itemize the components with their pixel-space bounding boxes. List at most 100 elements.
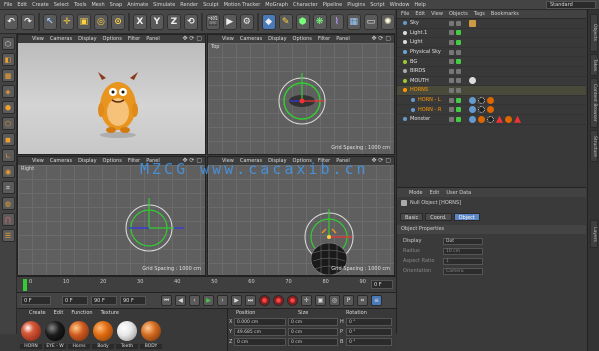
- recent-tools-icon[interactable]: ⊙: [111, 13, 126, 30]
- object-row[interactable]: Sky: [397, 19, 586, 29]
- menu-edit[interactable]: Edit: [17, 2, 27, 8]
- viewport-nav-icon[interactable]: ✥ ⟳ ▢: [371, 35, 391, 42]
- snap-icon[interactable]: ⌗: [1, 181, 15, 194]
- object-row[interactable]: HORN - L: [397, 96, 586, 106]
- keyframe-selection-icon[interactable]: ●: [287, 295, 298, 306]
- material-swatch[interactable]: [21, 321, 41, 341]
- vp-menu-filter[interactable]: Filter: [128, 36, 140, 42]
- pen-spline-icon[interactable]: ✎: [278, 13, 293, 30]
- visibility-flags[interactable]: [449, 49, 461, 55]
- menu-mesh[interactable]: Mesh: [91, 2, 104, 8]
- previous-frame-icon[interactable]: ‹: [189, 295, 200, 306]
- material-swatch[interactable]: [69, 321, 89, 341]
- menu-sculpt[interactable]: Sculpt: [203, 2, 219, 8]
- soft-selection-icon[interactable]: ☰: [1, 229, 15, 242]
- mm-menu-texture[interactable]: Texture: [101, 310, 119, 316]
- edges-mode-icon[interactable]: ⬡: [1, 117, 15, 130]
- go-to-start-icon[interactable]: ⏮: [161, 295, 172, 306]
- vp-menu-options[interactable]: Options: [103, 36, 122, 42]
- subdivision-icon[interactable]: ⬢: [295, 13, 310, 30]
- visibility-flags[interactable]: [449, 97, 461, 103]
- menu-file[interactable]: File: [4, 2, 12, 8]
- object-row[interactable]: MOUTH: [397, 77, 586, 87]
- render-view-icon[interactable]: 🎬: [205, 13, 220, 30]
- object-row[interactable]: HORNS: [397, 86, 586, 96]
- magnet-icon[interactable]: ⋂: [1, 213, 15, 226]
- camera-icon[interactable]: ▭: [363, 13, 378, 30]
- vp-menu-filter[interactable]: Filter: [128, 158, 140, 164]
- om-menu-view[interactable]: View: [431, 11, 443, 17]
- om-menu-bookmarks[interactable]: Bookmarks: [491, 11, 519, 17]
- points-mode-icon[interactable]: ⬢: [1, 101, 15, 114]
- timeline-ruler[interactable]: 0 10 20 30 40 50 60 70 80 90 0 F: [17, 276, 396, 292]
- om-menu-file[interactable]: File: [401, 11, 409, 17]
- object-row[interactable]: BIRDS: [397, 67, 586, 77]
- position-key-icon[interactable]: ✛: [301, 295, 312, 306]
- light-icon[interactable]: ✺: [380, 13, 395, 30]
- playhead[interactable]: [23, 279, 27, 291]
- coordinate-system-icon[interactable]: ⟲: [183, 13, 198, 30]
- undo-icon[interactable]: ↶: [4, 13, 19, 30]
- vp-menu-cameras[interactable]: Cameras: [50, 158, 72, 164]
- next-frame-icon[interactable]: ›: [217, 295, 228, 306]
- render-settings-icon[interactable]: ⚙: [239, 13, 254, 30]
- move-icon[interactable]: ✛: [59, 13, 74, 30]
- vp-menu-options[interactable]: Options: [293, 36, 312, 42]
- menu-plugins[interactable]: Plugins: [347, 2, 365, 8]
- tab-basic[interactable]: Basic: [400, 213, 424, 221]
- am-menu-mode[interactable]: Mode: [409, 190, 423, 196]
- menu-script[interactable]: Script: [370, 2, 385, 8]
- rotation-h-field[interactable]: 0 °: [346, 318, 392, 326]
- orientation-select[interactable]: Camera: [443, 267, 483, 275]
- layout-select[interactable]: Standard: [546, 1, 596, 9]
- menu-tools[interactable]: Tools: [74, 2, 86, 8]
- menu-window[interactable]: Window: [390, 2, 410, 8]
- object-row[interactable]: Physical Sky: [397, 48, 586, 58]
- position-y-field[interactable]: 49.685 cm: [234, 328, 286, 336]
- menu-create[interactable]: Create: [32, 2, 49, 8]
- menu-pipeline[interactable]: Pipeline: [323, 2, 343, 8]
- menu-animate[interactable]: Animate: [127, 2, 148, 8]
- play-icon[interactable]: ▶: [203, 295, 214, 306]
- visibility-flags[interactable]: [449, 39, 461, 45]
- cube-icon[interactable]: ◆: [261, 13, 276, 30]
- menu-motion-tracker[interactable]: Motion Tracker: [224, 2, 261, 8]
- object-row[interactable]: HORN - R: [397, 105, 586, 115]
- mm-menu-create[interactable]: Create: [29, 310, 46, 316]
- z-axis-lock-button[interactable]: Z: [166, 13, 181, 30]
- timeline-icon[interactable]: ≡: [371, 295, 382, 306]
- menu-render[interactable]: Render: [180, 2, 198, 8]
- locked-workplane-icon[interactable]: ◍: [1, 197, 15, 210]
- current-frame-field[interactable]: 0 F: [21, 296, 51, 305]
- am-menu-edit[interactable]: Edit: [430, 190, 440, 196]
- viewport-top[interactable]: View Cameras Display Options Filter Pane…: [207, 34, 395, 155]
- material-swatch[interactable]: [93, 321, 113, 341]
- scale-icon[interactable]: ▣: [76, 13, 91, 30]
- tab-object[interactable]: Object: [453, 213, 480, 221]
- position-x-field[interactable]: 0.000 cm: [234, 318, 286, 326]
- texture-mode-icon[interactable]: ▩: [1, 69, 15, 82]
- side-tab-takes[interactable]: Takes: [590, 54, 598, 76]
- menu-snap[interactable]: Snap: [110, 2, 123, 8]
- vp-menu-cameras[interactable]: Cameras: [50, 36, 72, 42]
- side-tab-structure[interactable]: Structure: [590, 130, 598, 162]
- object-row[interactable]: BG: [397, 57, 586, 67]
- object-row[interactable]: Light: [397, 38, 586, 48]
- rotation-b-field[interactable]: 0 °: [346, 338, 392, 346]
- mm-menu-edit[interactable]: Edit: [54, 310, 64, 316]
- material-swatch[interactable]: [117, 321, 137, 341]
- visibility-flags[interactable]: [449, 107, 461, 113]
- visibility-flags[interactable]: [449, 78, 461, 84]
- max-frame-field[interactable]: 90 F: [91, 296, 117, 305]
- render-picture-viewer-icon[interactable]: ▶: [222, 13, 237, 30]
- menu-help[interactable]: Help: [414, 2, 425, 8]
- display-select[interactable]: Dot: [443, 237, 483, 245]
- vp-menu-display[interactable]: Display: [78, 158, 96, 164]
- om-menu-objects[interactable]: Objects: [449, 11, 468, 17]
- viewport-nav-icon[interactable]: ✥ ⟳ ▢: [371, 157, 391, 164]
- am-menu-user-data[interactable]: User Data: [446, 190, 471, 196]
- menu-select[interactable]: Select: [54, 2, 69, 8]
- pla-key-icon[interactable]: ⌗: [357, 295, 368, 306]
- tweak-mode-icon[interactable]: ◉: [1, 165, 15, 178]
- preview-max-field[interactable]: 90 F: [120, 296, 146, 305]
